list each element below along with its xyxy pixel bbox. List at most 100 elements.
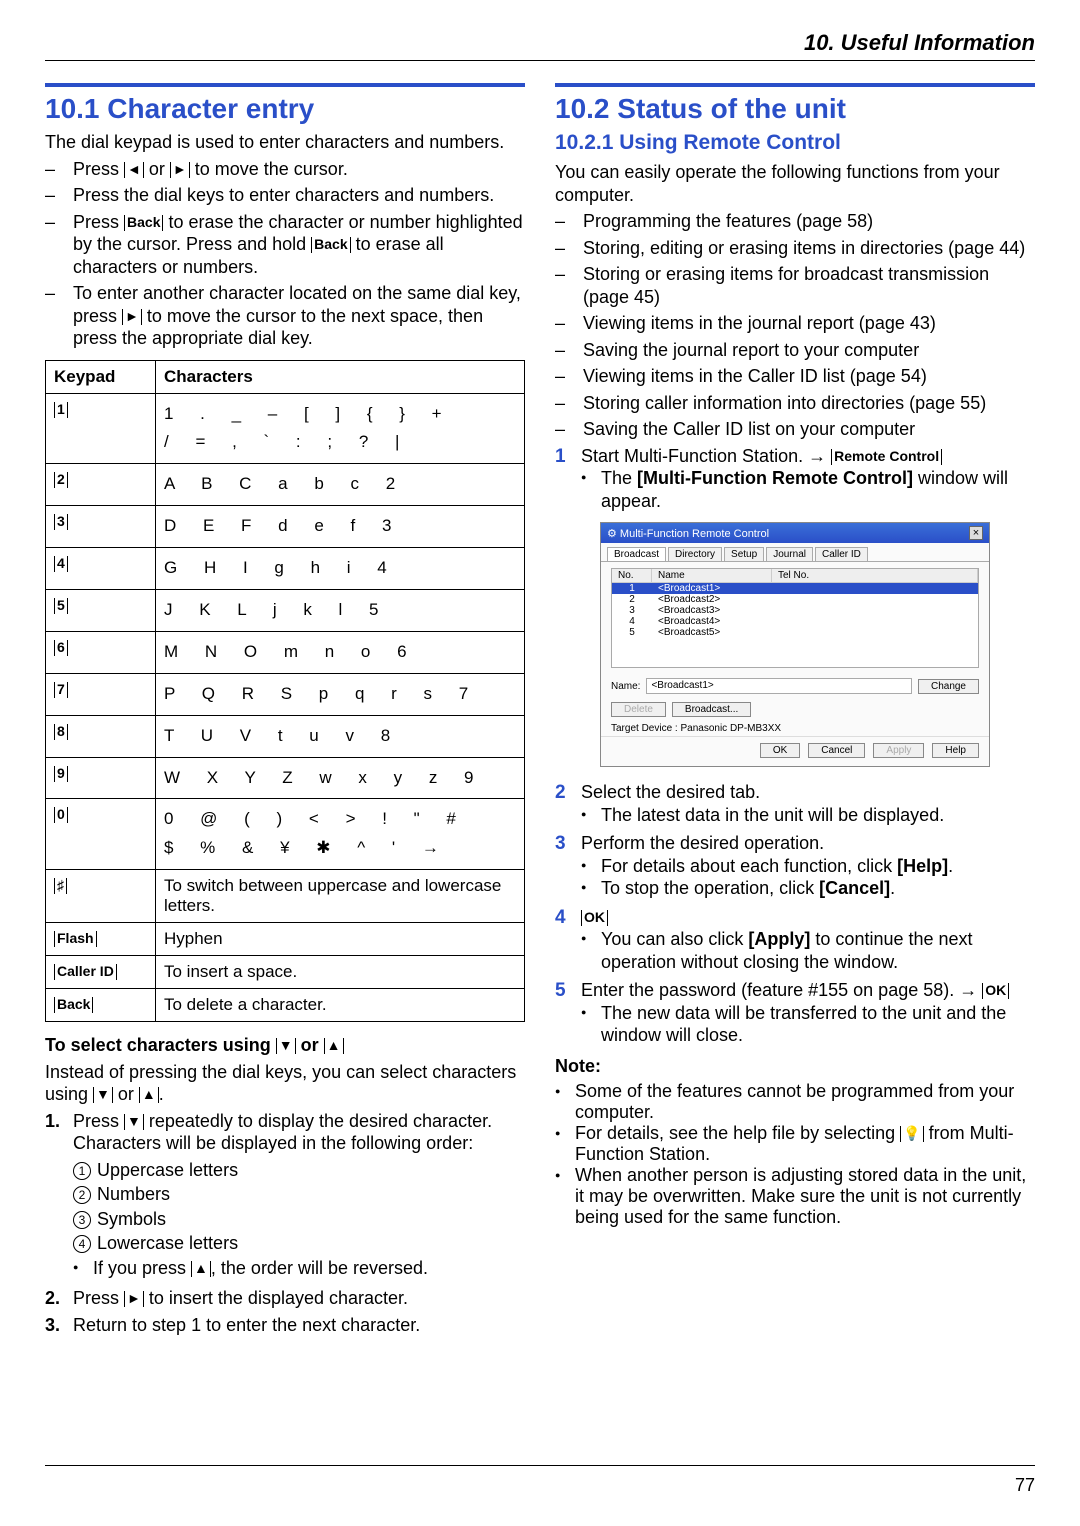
key-back: Back [54,997,93,1013]
key-8: 8 [54,724,68,740]
chapter-header: 10. Useful Information [45,30,1035,56]
key-0: 0 [54,807,68,823]
section-10-1-title: 10.1 Character entry [45,93,525,125]
back-key: Back [311,237,350,253]
bullet-move-cursor: Press ◄ or ► to move the cursor. [45,158,525,181]
chars-back: To delete a character. [156,989,525,1022]
subsection-10-2-1-title: 10.2.1 Using Remote Control [555,131,1035,155]
circled-3-icon: 3 [73,1211,91,1229]
chars-2: A B C a b c 2 [156,464,525,506]
chars-4: G H I g h i 4 [156,548,525,590]
col-tel: Tel No. [772,569,978,582]
tab-journal[interactable]: Journal [766,547,813,561]
key-hash: ♯ [54,878,67,894]
step-3: 3.Return to step 1 to enter the next cha… [45,1314,525,1337]
circled-2-icon: 2 [73,1186,91,1204]
chars-7: P Q R S p q r s 7 [156,673,525,715]
chars-9: W X Y Z w x y z 9 [156,757,525,799]
right-arrow-key: ► [170,162,190,178]
chars-0: 0 @ ( ) < > ! " #$ % & ¥ ✱ ^ ' → [156,799,525,870]
close-icon[interactable]: × [969,526,983,540]
th-characters: Characters [156,360,525,393]
help-button[interactable]: Help [932,743,979,758]
bullet-same-key: To enter another character located on th… [45,282,525,350]
delete-button[interactable]: Delete [611,702,666,717]
note-item: When another person is adjusting stored … [555,1165,1035,1228]
list-row[interactable]: 3<Broadcast3> [612,605,978,616]
down-arrow-key: ▼ [93,1087,113,1103]
list-row[interactable]: 2<Broadcast2> [612,594,978,605]
proc-step-2: 2 Select the desired tab. The latest dat… [555,781,1035,826]
name-label: Name: [611,681,640,692]
step-2: 2.Press ► to insert the displayed charac… [45,1287,525,1310]
down-arrow-key: ▼ [276,1038,296,1054]
circled-1-icon: 1 [73,1162,91,1180]
note-item: For details, see the help file by select… [555,1123,1035,1165]
key-4: 4 [54,556,68,572]
remote-control-key: Remote Control [831,449,942,465]
select-chars-intro: Instead of pressing the dial keys, you c… [45,1061,525,1106]
left-column: 10.1 Character entry The dial keypad is … [45,83,525,1340]
section-bar [555,83,1035,87]
feature-item: Storing, editing or erasing items in dir… [555,237,1035,260]
ok-button[interactable]: OK [760,743,800,758]
chars-3: D E F d e f 3 [156,506,525,548]
intro-text: The dial keypad is used to enter charact… [45,131,525,154]
help-icon-key: 💡 [900,1126,923,1142]
proc-step-1: 1 Start Multi-Function Station. → Remote… [555,445,1035,513]
tab-broadcast[interactable]: Broadcast [607,547,666,561]
section-bar [45,83,525,87]
right-arrow-key: ► [122,309,142,325]
feature-item: Programming the features (page 58) [555,210,1035,233]
feature-item: Viewing items in the journal report (pag… [555,312,1035,335]
key-1: 1 [54,402,68,418]
apply-button[interactable]: Apply [873,743,924,758]
chars-flash: Hyphen [156,923,525,956]
key-flash: Flash [54,931,97,947]
note-heading: Note: [555,1055,1035,1078]
ok-key: OK [581,910,608,926]
proc-step-4: 4 OK You can also click [Apply] to conti… [555,906,1035,974]
feature-item: Viewing items in the Caller ID list (pag… [555,365,1035,388]
page-number: 77 [1015,1475,1035,1496]
key-3: 3 [54,514,68,530]
tab-bar: Broadcast Directory Setup Journal Caller… [601,543,989,562]
remote-intro: You can easily operate the following fun… [555,161,1035,206]
up-arrow-key: ▲ [324,1038,344,1054]
broadcast-list[interactable]: No. Name Tel No. 1<Broadcast1> 2<Broadca… [611,568,979,668]
chars-6: M N O m n o 6 [156,631,525,673]
character-table: Keypad Characters 1 1 . _ – [ ] { } +/ = … [45,360,525,1023]
key-2: 2 [54,472,68,488]
list-row[interactable]: 1<Broadcast1> [612,583,978,594]
section-10-2-title: 10.2 Status of the unit [555,93,1035,125]
up-arrow-key: ▲ [191,1261,211,1277]
bullet-press-dial: Press the dial keys to enter characters … [45,184,525,207]
feature-item: Storing or erasing items for broadcast t… [555,263,1035,308]
select-chars-heading: To select characters using ▼ or ▲ [45,1034,525,1057]
broadcast-button[interactable]: Broadcast... [672,702,751,717]
key-5: 5 [54,598,68,614]
feature-item: Saving the Caller ID list on your comput… [555,418,1035,441]
bullet-back-erase: Press Back to erase the character or num… [45,211,525,279]
key-6: 6 [54,640,68,656]
tab-caller-id[interactable]: Caller ID [815,547,868,561]
tab-directory[interactable]: Directory [668,547,722,561]
cancel-button[interactable]: Cancel [808,743,865,758]
circled-4-icon: 4 [73,1235,91,1253]
right-column: 10.2 Status of the unit 10.2.1 Using Rem… [555,83,1035,1340]
name-input[interactable]: <Broadcast1> [646,678,912,694]
feature-item: Storing caller information into director… [555,392,1035,415]
step-1-note: If you press ▲, the order will be revers… [73,1257,525,1282]
remote-control-window: ⚙ Multi-Function Remote Control × Broadc… [600,522,990,767]
proc-step-3: 3 Perform the desired operation. For det… [555,832,1035,900]
header-rule [45,60,1035,61]
col-name: Name [652,569,772,582]
th-keypad: Keypad [46,360,156,393]
chars-5: J K L j k l 5 [156,589,525,631]
chars-1: 1 . _ – [ ] { } +/ = , ` : ; ? | [156,393,525,464]
change-button[interactable]: Change [918,679,979,694]
tab-setup[interactable]: Setup [724,547,764,561]
list-row[interactable]: 5<Broadcast5> [612,627,978,638]
list-row[interactable]: 4<Broadcast4> [612,616,978,627]
window-titlebar: ⚙ Multi-Function Remote Control × [601,523,989,543]
